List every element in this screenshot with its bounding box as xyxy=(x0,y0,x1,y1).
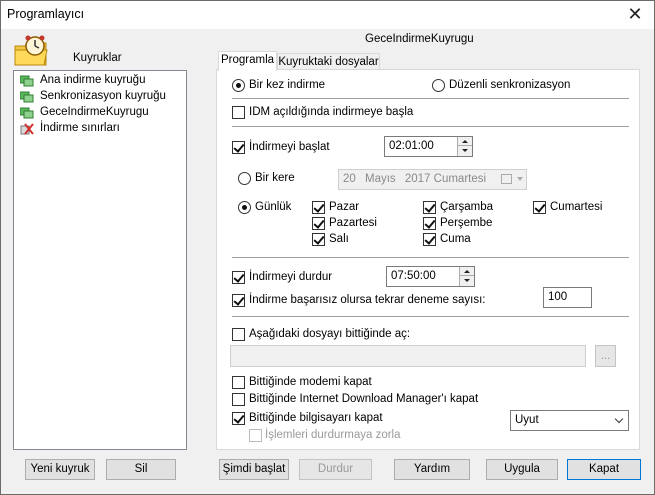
power-action-select[interactable]: Uyut xyxy=(510,410,629,431)
queues-header: Kuyruklar xyxy=(73,52,122,64)
day-wed-label: Çarşamba xyxy=(440,201,494,213)
day-sat-checkbox[interactable] xyxy=(533,201,546,214)
retry-checkbox[interactable] xyxy=(232,294,245,307)
day-fri-checkbox[interactable] xyxy=(423,233,436,246)
close-button[interactable]: Kapat xyxy=(567,459,641,480)
queue-item-label: İndirme sınırları xyxy=(40,122,120,134)
separator xyxy=(232,126,629,128)
retry-label: İndirme başarısız olursa tekrar deneme s… xyxy=(249,294,486,306)
daily-radio[interactable] xyxy=(238,201,251,214)
delete-queue-button[interactable]: Sil xyxy=(106,459,176,480)
once-label: Bir kere xyxy=(255,172,295,184)
date-day: 20 xyxy=(343,173,356,185)
day-thu-label: Perşembe xyxy=(440,217,493,229)
browse-button[interactable]: ... xyxy=(595,345,616,367)
force-processes-label: İşlemleri durdurmaya zorla xyxy=(265,429,401,441)
day-tue-checkbox[interactable] xyxy=(312,233,325,246)
periodic-sync-label: Düzenli senkronizasyon xyxy=(449,79,571,91)
close-icon[interactable]: ✕ xyxy=(624,4,646,24)
date-year-weekday: 2017 Cumartesi xyxy=(404,173,487,185)
separator xyxy=(232,316,629,318)
tab-schedule[interactable]: Programla xyxy=(218,51,277,71)
date-picker[interactable]: 20 Mayıs 2017 Cumartesi xyxy=(338,169,527,190)
start-now-button[interactable]: Şimdi başlat xyxy=(219,459,289,480)
open-file-label: Aşağıdaki dosyayı bittiğinde aç: xyxy=(249,328,411,340)
stop-button[interactable]: Durdur xyxy=(299,459,372,480)
retry-count-input[interactable]: 100 xyxy=(543,287,592,308)
open-file-path-input[interactable] xyxy=(230,345,586,367)
exit-idm-label: Bittiğinde Internet Download Manager'ı k… xyxy=(249,393,479,405)
turn-off-pc-checkbox[interactable] xyxy=(232,412,245,425)
day-sun-label: Pazar xyxy=(329,201,360,213)
separator xyxy=(232,257,629,259)
start-on-idm-checkbox[interactable] xyxy=(232,106,245,119)
date-month: Mayıs xyxy=(365,173,396,185)
title-bar: Programlayıcı ✕ xyxy=(1,1,654,29)
chevron-down-icon xyxy=(614,414,624,424)
day-thu-checkbox[interactable] xyxy=(423,217,436,230)
spin-down-icon[interactable] xyxy=(458,146,472,155)
start-download-label: İndirmeyi başlat xyxy=(249,141,330,153)
stop-time-value: 07:50:00 xyxy=(391,270,436,282)
start-download-checkbox[interactable] xyxy=(232,141,245,154)
chevron-down-icon[interactable] xyxy=(517,177,523,181)
one-time-download-label: Bir kez indirme xyxy=(249,79,326,91)
stop-download-checkbox[interactable] xyxy=(232,271,245,284)
queue-icon xyxy=(20,75,34,87)
new-queue-button[interactable]: Yeni kuyruk xyxy=(25,459,95,480)
queue-item-label: Ana indirme kuyruğu xyxy=(40,74,146,86)
calendar-icon[interactable] xyxy=(501,174,512,184)
day-mon-checkbox[interactable] xyxy=(312,217,325,230)
day-mon-label: Pazartesi xyxy=(329,217,377,229)
limits-icon xyxy=(20,123,34,135)
spin-up-icon[interactable] xyxy=(458,137,472,146)
day-fri-label: Cuma xyxy=(440,233,471,245)
queue-icon xyxy=(20,107,34,119)
power-action-value: Uyut xyxy=(515,414,539,426)
hangup-modem-checkbox[interactable] xyxy=(232,376,245,389)
turn-off-pc-label: Bittiğinde bilgisayarı kapat xyxy=(249,412,383,424)
stop-download-label: İndirmeyi durdur xyxy=(249,271,333,283)
day-wed-checkbox[interactable] xyxy=(423,201,436,214)
queue-item-label: Senkronizasyon kuyruğu xyxy=(40,90,166,102)
queue-item-label: GeceIndirmeKuyrugu xyxy=(40,106,149,118)
force-processes-checkbox[interactable] xyxy=(249,429,262,442)
stop-time-spinner[interactable] xyxy=(459,267,474,286)
day-tue-label: Salı xyxy=(329,233,349,245)
day-sun-checkbox[interactable] xyxy=(312,201,325,214)
queue-title: GeceIndirmeKuyrugu xyxy=(365,33,474,45)
start-time-value: 02:01:00 xyxy=(389,140,434,152)
apply-button[interactable]: Uygula xyxy=(486,459,558,480)
open-file-checkbox[interactable] xyxy=(232,328,245,341)
daily-label: Günlük xyxy=(255,201,292,213)
exit-idm-checkbox[interactable] xyxy=(232,393,245,406)
spin-up-icon[interactable] xyxy=(460,267,474,276)
spin-down-icon[interactable] xyxy=(460,276,474,285)
periodic-sync-radio[interactable] xyxy=(432,79,445,92)
start-time-spinner[interactable] xyxy=(457,137,472,156)
window-title: Programlayıcı xyxy=(7,7,85,21)
scheduler-clock-icon xyxy=(13,34,49,68)
retry-count-value: 100 xyxy=(548,291,568,303)
scheduler-window: Programlayıcı ✕ Kuyruklar Ana indirme ku… xyxy=(0,0,655,495)
once-radio[interactable] xyxy=(238,172,251,185)
queue-list[interactable]: Ana indirme kuyruğu Senkronizasyon kuyru… xyxy=(13,70,187,450)
one-time-download-radio[interactable] xyxy=(232,79,245,92)
start-on-idm-label: IDM açıldığında indirmeye başla xyxy=(249,106,414,118)
queue-icon xyxy=(20,91,34,103)
hangup-modem-label: Bittiğinde modemi kapat xyxy=(249,376,372,388)
day-sat-label: Cumartesi xyxy=(550,201,603,213)
separator xyxy=(232,98,629,100)
help-button[interactable]: Yardım xyxy=(394,459,470,480)
